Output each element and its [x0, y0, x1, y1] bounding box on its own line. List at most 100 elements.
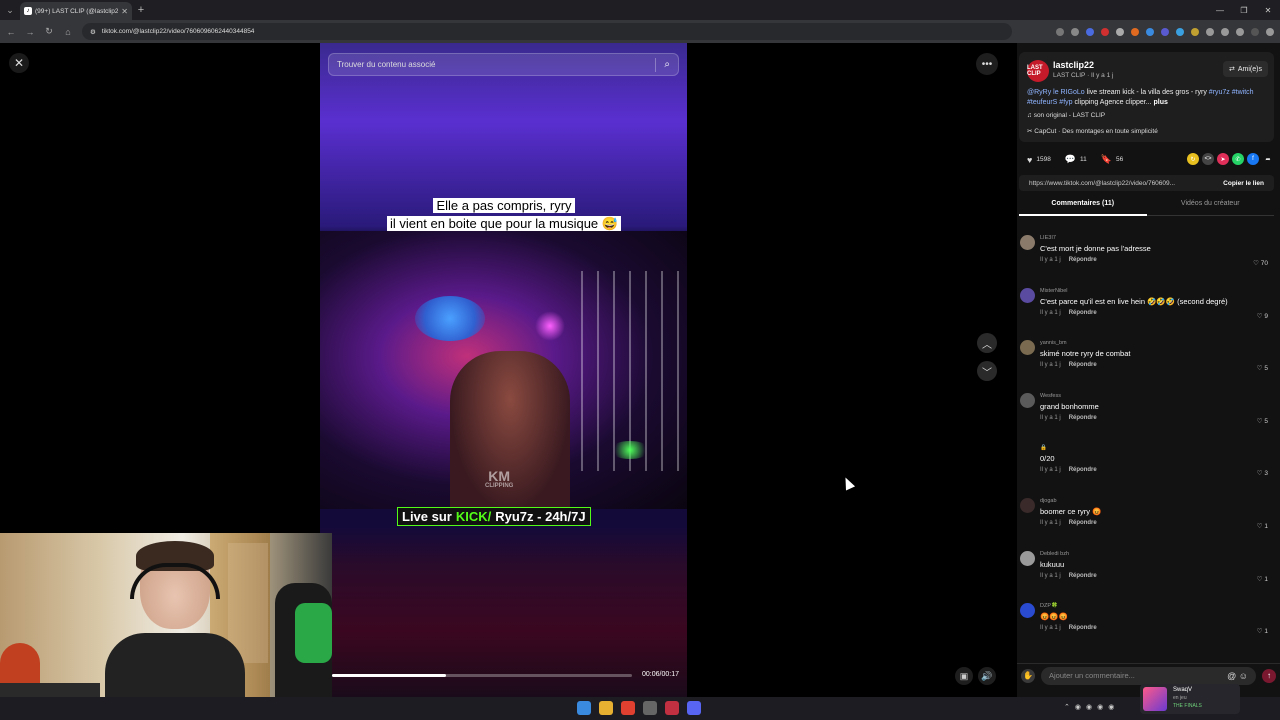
reload-icon[interactable]: ↻ [44, 26, 54, 37]
author-name[interactable]: lastclip22 [1053, 60, 1094, 70]
back-icon[interactable]: ← [6, 27, 16, 37]
commenter-name[interactable]: Debledi bzh [1040, 551, 1069, 557]
friends-button[interactable]: ⇄ Ami(e)s [1223, 61, 1268, 77]
capcut-link[interactable]: ✂ CapCut · Des montages en toute simplic… [1027, 127, 1158, 135]
browser-tab-active[interactable]: ♪ (99+) LAST CLIP (@lastclip2 ✕ [20, 2, 132, 20]
post-comment-button[interactable]: ↑ [1262, 668, 1276, 683]
tab-creator-videos[interactable]: Vidéos du créateur [1146, 200, 1274, 216]
extension-icon[interactable] [1131, 27, 1139, 36]
extension-icon[interactable] [1176, 27, 1184, 36]
comment-like-button[interactable]: ♡ 1 [1257, 575, 1268, 583]
menu-icon[interactable] [1266, 27, 1274, 36]
video-progress-bar[interactable] [332, 674, 632, 677]
more-options-icon[interactable]: ••• [976, 53, 998, 75]
comment-like-button[interactable]: ♡ 1 [1257, 627, 1268, 635]
extension-icon[interactable] [1101, 27, 1109, 36]
reply-button[interactable]: Répondre [1069, 257, 1097, 263]
new-tab-button[interactable]: + [132, 4, 150, 16]
video-player[interactable]: KM CLIPPING Elle a pas compris, ryry il … [320, 43, 687, 697]
extension-icon[interactable] [1086, 27, 1094, 36]
discord-icon[interactable] [687, 701, 701, 715]
copy-link-button[interactable]: Copier le lien [1223, 180, 1264, 187]
reply-button[interactable]: Répondre [1069, 362, 1097, 368]
at-mention-icon[interactable]: @ ☺ [1227, 671, 1248, 681]
extension-icon[interactable] [1161, 27, 1169, 36]
comment-like-button[interactable]: ♡ 70 [1253, 259, 1268, 267]
app-icon[interactable] [643, 701, 657, 715]
star-icon[interactable] [1071, 27, 1079, 36]
window-close-icon[interactable]: ✕ [1256, 6, 1280, 15]
comment-like-button[interactable]: ♡ 9 [1257, 312, 1268, 320]
commenter-name[interactable]: yannis_bm [1040, 340, 1067, 346]
commenter-name[interactable]: djogab [1040, 498, 1057, 504]
app-icon[interactable] [665, 701, 679, 715]
commenter-name[interactable]: MisterNibel [1040, 288, 1068, 294]
volume-icon[interactable]: 🔊 [978, 667, 996, 685]
tab-search-icon[interactable]: ⌄ [0, 0, 20, 20]
puzzle-icon[interactable] [1206, 27, 1214, 36]
home-icon[interactable]: ⌂ [63, 27, 73, 37]
comment-button[interactable]: 💬 11 [1065, 154, 1087, 165]
comment-like-button[interactable]: ♡ 1 [1257, 522, 1268, 530]
sidebar-icon[interactable] [1236, 27, 1244, 36]
extension-icon[interactable] [1116, 27, 1124, 36]
tray-icon[interactable]: ◉ [1097, 703, 1103, 711]
previous-video-chevron-up-icon[interactable]: ︿ [977, 333, 997, 353]
commenter-avatar[interactable] [1020, 340, 1035, 356]
cast-icon[interactable] [1056, 27, 1064, 36]
send-friends-icon[interactable]: ➤ [1217, 153, 1229, 165]
discord-activity-toast[interactable]: SwaqV en jeu THE FINALS [1140, 684, 1240, 714]
embed-icon[interactable]: <> [1202, 153, 1214, 165]
reply-button[interactable]: Répondre [1069, 573, 1097, 579]
commenter-name[interactable]: LIE3I7 [1040, 235, 1056, 241]
reply-button[interactable]: Répondre [1069, 625, 1097, 631]
site-info-icon[interactable]: ⚙ [90, 28, 96, 36]
comment-like-button[interactable]: ♡ 5 [1257, 364, 1268, 372]
commenter-avatar[interactable] [1020, 287, 1035, 303]
related-search-input[interactable]: Trouver du contenu associé ⌕ [328, 53, 679, 76]
commenter-name[interactable]: Wesfess [1040, 393, 1061, 399]
tab-close-icon[interactable]: ✕ [121, 7, 128, 16]
download-icon[interactable] [1221, 27, 1229, 36]
commenter-avatar[interactable] [1020, 603, 1035, 619]
maximize-icon[interactable]: ❐ [1232, 6, 1256, 15]
close-video-button[interactable]: ✕ [9, 53, 29, 73]
like-button[interactable]: ♥ 1598 [1027, 155, 1051, 165]
tray-icon[interactable]: ◉ [1108, 703, 1114, 711]
desc-mention[interactable]: @RyRy le RIGoLo [1027, 89, 1085, 96]
tab-comments[interactable]: Commentaires (11) [1019, 200, 1147, 216]
tray-icon[interactable]: ◉ [1086, 703, 1092, 711]
author-avatar[interactable]: LAST CLIP [1027, 60, 1049, 82]
tray-chevron-icon[interactable]: ⌃ [1064, 703, 1070, 711]
desc-more-link[interactable]: plus [1154, 99, 1168, 106]
music-info[interactable]: ♫ son original - LAST CLIP [1027, 112, 1105, 119]
file-explorer-icon[interactable] [599, 701, 613, 715]
minimize-icon[interactable]: — [1208, 6, 1232, 15]
next-video-chevron-down-icon[interactable]: ﹀ [977, 361, 997, 381]
reply-button[interactable]: Répondre [1069, 467, 1097, 473]
commenter-name[interactable]: 🔒 [1040, 445, 1047, 451]
commenter-name[interactable]: DZP🍀 [1040, 603, 1058, 609]
commenter-avatar[interactable] [1020, 550, 1035, 566]
whatsapp-icon[interactable]: ✆ [1232, 153, 1244, 165]
mention-hand-icon[interactable]: ✋ [1021, 668, 1035, 683]
search-icon[interactable]: ⌕ [664, 59, 670, 70]
windows-start-icon[interactable] [577, 701, 591, 715]
reply-button[interactable]: Répondre [1069, 520, 1097, 526]
address-bar[interactable]: ⚙ tiktok.com/@lastclip22/video/760609606… [82, 23, 1012, 40]
commenter-avatar[interactable] [1020, 498, 1035, 513]
profile-avatar[interactable] [1251, 27, 1259, 36]
floating-player-icon[interactable]: ▣ [955, 667, 973, 685]
reply-button[interactable]: Répondre [1069, 310, 1097, 316]
facebook-icon[interactable]: f [1247, 153, 1259, 165]
forward-icon[interactable]: → [25, 27, 35, 37]
chrome-icon[interactable] [621, 701, 635, 715]
commenter-avatar[interactable] [1020, 235, 1035, 250]
comment-like-button[interactable]: ♡ 3 [1257, 469, 1268, 477]
share-arrow-icon[interactable]: ➦ [1262, 153, 1274, 165]
repost-icon[interactable]: ↻ [1187, 153, 1199, 165]
reply-button[interactable]: Répondre [1069, 415, 1097, 421]
commenter-avatar[interactable] [1020, 445, 1035, 461]
comment-input[interactable]: Ajouter un commentaire... @ ☺ [1041, 666, 1256, 685]
extension-icon[interactable] [1146, 27, 1154, 36]
